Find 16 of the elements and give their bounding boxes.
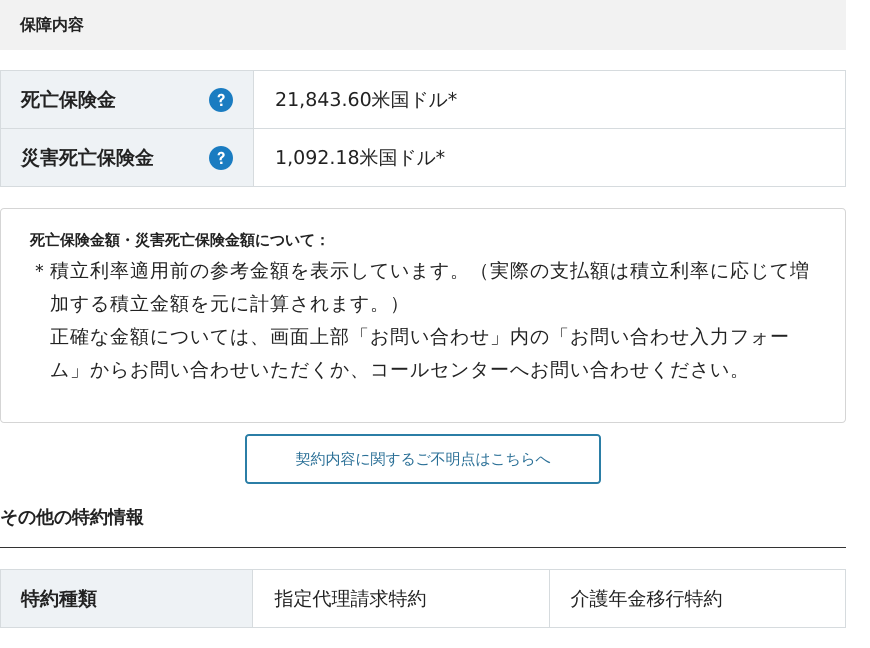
value-cell: 21,843.60米国ドル* bbox=[254, 70, 846, 128]
row-header-cell: 特約種類 bbox=[0, 570, 253, 628]
help-icon[interactable] bbox=[209, 88, 233, 112]
row-label: 死亡保険金 bbox=[21, 88, 116, 112]
help-icon[interactable] bbox=[209, 146, 233, 170]
section-title: 保障内容 bbox=[20, 14, 84, 36]
row-label: 災害死亡保険金 bbox=[21, 146, 154, 170]
value-cell: 指定代理請求特約 bbox=[252, 570, 550, 628]
value-cell: 1,092.18米国ドル* bbox=[254, 128, 846, 186]
note-text: 積立利率適用前の参考金額を表示しています。（実際の支払額は積立利率に応じて増加する積立金額を元に計算されます。） bbox=[50, 259, 811, 317]
note-marker: ＊ bbox=[30, 259, 50, 284]
note-title: 死亡保険金額・災害死亡保険金額について： bbox=[30, 230, 331, 251]
section-heading: その他の特約情報 bbox=[0, 506, 846, 548]
inquiry-button[interactable]: 契約内容に関するご不明点はこちらへ bbox=[245, 434, 601, 484]
note-text: 正確な金額については、画面上部「お問い合わせ」内の「お問い合わせ入力フォーム」からお問い合わせいただくか、コールセンターへお問い合わせください。 bbox=[50, 325, 791, 383]
value-cell: 介護年金移行特約 bbox=[549, 570, 846, 628]
